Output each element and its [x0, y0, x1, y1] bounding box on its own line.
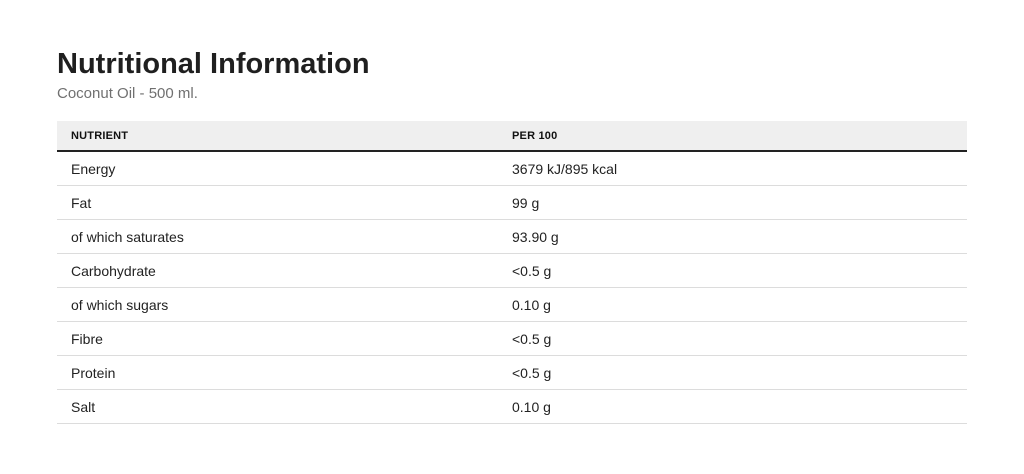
nutrient-value: <0.5 g: [512, 364, 552, 381]
nutrient-name: of which saturates: [71, 228, 184, 245]
column-header-per-100: PER 100: [512, 129, 558, 142]
table-row: Fibre <0.5 g: [57, 322, 967, 356]
nutrient-value: 0.10 g: [512, 296, 551, 313]
page-title: Nutritional Information: [57, 48, 370, 80]
table-row: of which saturates 93.90 g: [57, 220, 967, 254]
nutrient-name: of which sugars: [71, 296, 169, 313]
nutrient-name: Fibre: [71, 330, 103, 347]
nutrition-page: Nutritional Information Coconut Oil - 50…: [0, 0, 1024, 474]
nutrient-name: Carbohydrate: [71, 262, 156, 279]
nutrient-value: <0.5 g: [512, 262, 552, 279]
table-header-row: NUTRIENT PER 100: [57, 121, 967, 152]
column-header-nutrient: NUTRIENT: [71, 129, 129, 142]
nutrient-name: Energy: [71, 160, 116, 177]
nutrient-value: 93.90 g: [512, 228, 559, 245]
table-row: Protein <0.5 g: [57, 356, 967, 390]
table-row: of which sugars 0.10 g: [57, 288, 967, 322]
nutrient-value: 3679 kJ/895 kcal: [512, 160, 618, 177]
table-row: Energy 3679 kJ/895 kcal: [57, 152, 967, 186]
table-row: Carbohydrate <0.5 g: [57, 254, 967, 288]
nutrient-name: Protein: [71, 364, 116, 381]
table-row: Fat 99 g: [57, 186, 967, 220]
nutrient-name: Salt: [71, 398, 96, 415]
nutrition-table: NUTRIENT PER 100 Energy 3679 kJ/895 kcal…: [57, 121, 967, 424]
nutrient-value: 99 g: [512, 194, 540, 211]
nutrient-name: Fat: [71, 194, 92, 211]
product-subtitle: Coconut Oil - 500 ml.: [57, 85, 198, 102]
nutrient-value: 0.10 g: [512, 398, 551, 415]
nutrient-value: <0.5 g: [512, 330, 552, 347]
table-row: Salt 0.10 g: [57, 390, 967, 424]
